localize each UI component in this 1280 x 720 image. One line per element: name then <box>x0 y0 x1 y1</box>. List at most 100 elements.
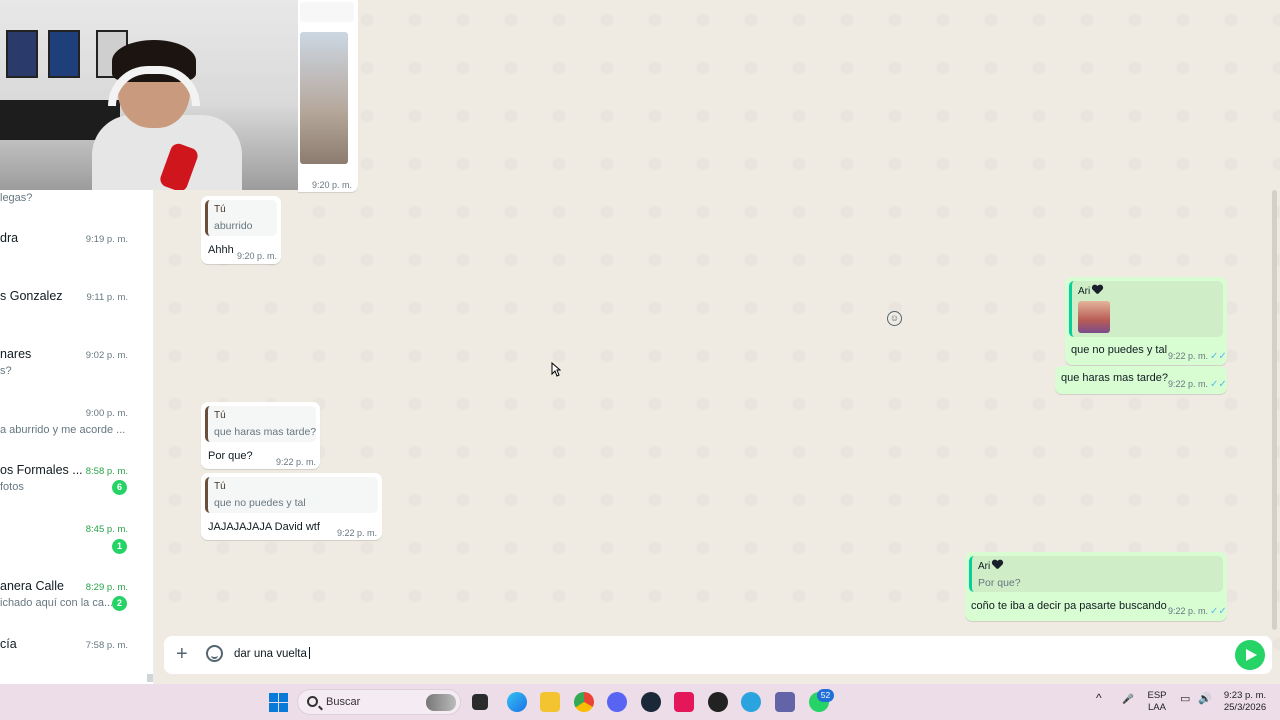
chat-list-item[interactable]: anera Calle 8:29 p. m. ichado aquí con l… <box>0 579 154 637</box>
message-outgoing[interactable]: Ari Por que? coño te iba a decir pa pasa… <box>965 552 1227 621</box>
quoted-image-thumbnail <box>1078 301 1110 333</box>
chat-preview: fotos <box>0 481 24 493</box>
black-heart-icon <box>992 560 1003 570</box>
chat-list-item[interactable]: os Formales ... 8:58 p. m. fotos 6 <box>0 463 154 521</box>
file-explorer-icon[interactable] <box>472 694 488 710</box>
tiktok-icon[interactable] <box>674 692 694 712</box>
text-caret <box>308 647 310 659</box>
message-meta: 9:22 p. m. ✓✓ <box>1168 379 1227 390</box>
windows-start-icon[interactable] <box>269 693 288 712</box>
message-meta: 9:22 p. m. ✓✓ <box>1168 351 1227 362</box>
message-text: Ahhh <box>208 244 234 256</box>
chat-list-item[interactable]: 8:45 p. m. 1 <box>0 522 154 580</box>
message-composer: + dar una vuelta <box>164 636 1272 674</box>
plus-icon[interactable]: + <box>176 644 188 664</box>
sidebar-scrollbar[interactable] <box>147 674 153 682</box>
image-message-header <box>300 2 354 22</box>
quote-text: que haras mas tarde? <box>214 426 317 438</box>
chat-preview: legas? <box>0 192 33 204</box>
message-text: JAJAJAJAJA David wtf <box>208 521 320 533</box>
quoted-message[interactable]: Tú que haras mas tarde? <box>205 406 316 442</box>
folder-icon[interactable] <box>540 692 560 712</box>
chat-time: 9:00 p. m. <box>85 408 128 419</box>
message-time: 9:22 p. m. <box>1168 379 1209 389</box>
read-ticks-icon: ✓✓ <box>1210 351 1227 362</box>
volume-icon[interactable]: 🔊 <box>1198 693 1212 705</box>
sticker-icon[interactable] <box>206 645 223 662</box>
quoted-message[interactable]: Tú que no puedes y tal <box>205 477 378 513</box>
image-thumbnail[interactable] <box>300 32 348 164</box>
chat-name: nares <box>0 347 32 361</box>
black-heart-icon <box>1092 285 1103 295</box>
search-placeholder: Buscar <box>326 696 361 708</box>
message-time: 9:20 p. m. <box>311 180 352 190</box>
chat-preview: s? <box>0 365 12 377</box>
message-time: 9:22 p. m. <box>1168 606 1209 616</box>
quote-author: Tú <box>214 410 226 421</box>
telegram-icon[interactable] <box>741 692 761 712</box>
chat-preview: a aburrido y me acorde ... <box>0 424 126 436</box>
chat-time: 9:02 p. m. <box>85 350 128 361</box>
quote-author: Tú <box>214 481 226 492</box>
webcam-overlay <box>0 0 298 190</box>
chat-list-item[interactable]: 9:00 p. m. a aburrido y me acorde ... <box>0 406 154 464</box>
image-message[interactable]: 9:20 p. m. <box>298 0 358 192</box>
chat-name: anera Calle <box>0 579 64 593</box>
wall-poster <box>48 30 80 78</box>
message-text: coño te iba a decir pa pasarte buscando <box>971 600 1167 612</box>
wall-poster <box>6 30 38 78</box>
quote-author: Tú <box>214 204 226 215</box>
microphone-icon[interactable]: 🎤 <box>1122 694 1134 706</box>
chat-preview: ichado aquí con la ca... <box>0 597 114 609</box>
chevron-up-icon[interactable]: ^ <box>1096 692 1102 704</box>
keyboard-layout: LAA <box>1148 702 1166 713</box>
chat-list-item[interactable]: nares 9:02 p. m. s? <box>0 347 154 405</box>
message-input[interactable]: dar una vuelta <box>234 647 310 660</box>
steam-icon[interactable] <box>641 692 661 712</box>
edge-icon[interactable] <box>507 692 527 712</box>
message-time: 9:22 p. m. <box>337 528 378 538</box>
search-icon <box>307 696 318 707</box>
chat-time: 8:29 p. m. <box>85 582 128 593</box>
taskbar: Buscar ^ 🎤 ESP LAA ▭ 🔊 9:23 p. m. 25/3/202… <box>0 684 1280 720</box>
message-input-value: dar una vuelta <box>234 648 307 660</box>
message-incoming[interactable]: Tú que haras mas tarde? Por que? 9:22 p.… <box>201 402 320 469</box>
chat-time: 8:58 p. m. <box>85 466 128 477</box>
chat-time: 9:11 p. m. <box>86 292 128 303</box>
chat-name: os Formales ... <box>0 463 83 477</box>
message-incoming[interactable]: Tú aburrido Ahhh 9:20 p. m. <box>201 196 281 264</box>
read-ticks-icon: ✓✓ <box>1210 379 1227 390</box>
message-text: que haras mas tarde? <box>1061 372 1169 384</box>
message-time: 9:22 p. m. <box>276 457 317 467</box>
unread-badge: 1 <box>112 539 127 554</box>
message-outgoing[interactable]: Ari que no puedes y tal 9:22 p. m. ✓✓ <box>1065 277 1227 365</box>
teams-icon[interactable] <box>775 692 795 712</box>
obs-icon[interactable] <box>708 692 728 712</box>
message-outgoing[interactable]: que haras mas tarde? 9:22 p. m. ✓✓ <box>1055 366 1227 394</box>
quote-author: Ari <box>1078 285 1217 297</box>
quoted-message[interactable]: Ari Por que? <box>969 556 1223 592</box>
quoted-message[interactable]: Tú aburrido <box>205 200 277 236</box>
network-icon[interactable]: ▭ <box>1180 693 1190 705</box>
chat-time: 8:45 p. m. <box>85 524 128 535</box>
language-indicator[interactable]: ESP LAA <box>1146 690 1168 714</box>
quote-text: aburrido <box>214 220 253 232</box>
whatsapp-unread-badge: 52 <box>817 689 834 702</box>
taskbar-search[interactable]: Buscar <box>297 689 461 715</box>
message-time: 9:20 p. m. <box>237 251 278 261</box>
chat-list-item[interactable]: dra 9:19 p. m. <box>0 231 154 289</box>
message-incoming[interactable]: Tú que no puedes y tal JAJAJAJAJA David … <box>201 473 382 540</box>
chat-list-item[interactable]: s Gonzalez 9:11 p. m. <box>0 289 154 347</box>
discord-icon[interactable] <box>607 692 627 712</box>
react-emoji-icon[interactable]: ☺ <box>887 311 902 326</box>
read-ticks-icon: ✓✓ <box>1210 606 1227 617</box>
quoted-message[interactable]: Ari <box>1069 281 1223 337</box>
message-meta: 9:22 p. m. ✓✓ <box>1168 606 1227 617</box>
conversation-scrollbar[interactable] <box>1272 190 1277 630</box>
chat-name: cía <box>0 637 17 651</box>
chrome-icon[interactable] <box>574 692 594 712</box>
clock[interactable]: 9:23 p. m. 25/3/2026 <box>1218 690 1272 714</box>
language-code: ESP <box>1147 690 1167 701</box>
send-button[interactable] <box>1235 640 1265 670</box>
clock-time: 9:23 p. m. <box>1223 690 1267 701</box>
